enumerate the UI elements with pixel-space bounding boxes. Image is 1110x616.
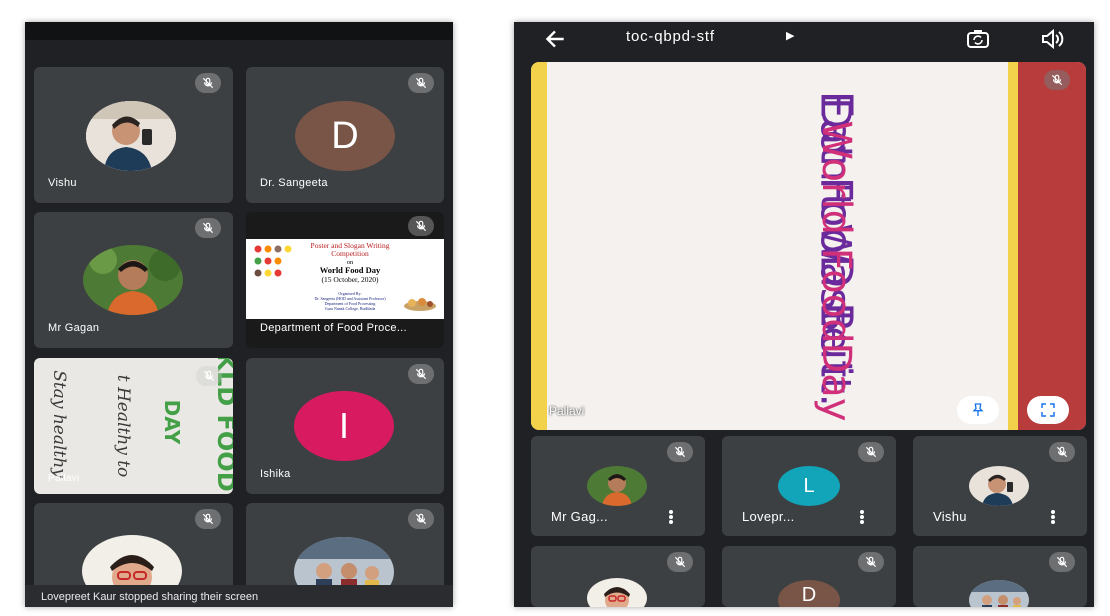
- avatar-initial: D: [295, 101, 395, 171]
- avatar: [86, 101, 176, 171]
- poster-title: Poster and Slogan Writing Competition: [310, 241, 390, 258]
- food-icons: [252, 244, 292, 279]
- mic-off-icon: [1044, 70, 1070, 90]
- right-meet-screen: toc-qbpd-stf ▶ Eat FooD But Don't Waste …: [514, 22, 1094, 607]
- participant-tile-department[interactable]: Poster and Slogan Writing Competition on…: [246, 212, 444, 348]
- paper-edge: [531, 62, 547, 430]
- avatar: [587, 578, 647, 607]
- avatar: [587, 466, 647, 506]
- more-vert-icon[interactable]: [669, 510, 673, 524]
- screen-share-toast: Lovepreet Kaur stopped sharing their scr…: [25, 585, 453, 607]
- avatar-initial: D: [778, 580, 840, 607]
- poster-event: World Food Day: [319, 265, 381, 275]
- avatar: [83, 245, 183, 315]
- participant-tile-mr-gagan[interactable]: Mr Gagan: [34, 212, 233, 348]
- participant-tile-ishika[interactable]: I Ishika: [246, 358, 444, 494]
- caret-right-icon[interactable]: ▶: [786, 29, 794, 42]
- participant-name: Ishika: [260, 468, 291, 480]
- participant-name: Department of Food Proce...: [260, 322, 407, 334]
- mic-off-icon: [408, 73, 434, 93]
- participant-tile-vishu[interactable]: Vishu: [34, 67, 233, 203]
- card-line-3: t Healthy to: [113, 374, 133, 478]
- meeting-header: toc-qbpd-stf ▶: [514, 22, 1094, 56]
- meeting-code[interactable]: toc-qbpd-stf: [626, 28, 715, 45]
- participant-tile-pallavi[interactable]: KLD FOOD DAY t Healthy to Stay healthy P…: [34, 358, 233, 494]
- mic-off-icon: [408, 364, 434, 384]
- mic-off-icon: [858, 552, 884, 572]
- participant-name: Pallavi: [48, 473, 80, 484]
- mic-off-icon: [195, 509, 221, 529]
- participant-name: Dr. Sangeeta: [260, 177, 328, 189]
- mic-off-icon: [195, 73, 221, 93]
- poster-line-4: Day: [813, 342, 859, 422]
- cloth-background: [1016, 62, 1086, 430]
- participant-tile[interactable]: [531, 546, 705, 607]
- speaker-icon[interactable]: [1040, 28, 1064, 55]
- poster-date: (15 October, 2020): [321, 275, 379, 284]
- card-line-4: Stay healthy: [49, 370, 69, 478]
- shared-poster: Poster and Slogan Writing Competition on…: [246, 239, 444, 319]
- avatar: [969, 466, 1029, 506]
- pin-icon[interactable]: [957, 396, 999, 424]
- presenter-name: Pallavi: [549, 404, 585, 418]
- participant-name: Vishu: [48, 177, 77, 189]
- food-plate-icon: [402, 294, 438, 312]
- switch-camera-icon[interactable]: [966, 28, 990, 55]
- fullscreen-icon[interactable]: [1027, 396, 1069, 424]
- participant-name: Mr Gag...: [551, 509, 608, 524]
- left-meet-screen: Vishu D Dr. Sangeeta Mr Gagan Poster and…: [25, 22, 453, 607]
- participant-name: Lovepr...: [742, 509, 795, 524]
- mic-off-icon: [667, 442, 693, 462]
- participant-tile-dr-sangeeta[interactable]: D Dr. Sangeeta: [246, 67, 444, 203]
- mic-off-icon: [408, 216, 434, 236]
- participant-name: Vishu: [933, 509, 967, 524]
- back-arrow-icon[interactable]: [542, 26, 568, 58]
- paper-edge: [1008, 62, 1018, 430]
- main-video-tile[interactable]: Eat FooD But Don't Waste it. World Food …: [531, 62, 1086, 430]
- avatar-initial: L: [778, 466, 840, 506]
- more-vert-icon[interactable]: [860, 510, 864, 524]
- mic-off-icon: [1049, 442, 1075, 462]
- mic-off-icon: [1049, 552, 1075, 572]
- mic-off-icon: [196, 366, 222, 386]
- status-strip: [25, 22, 453, 40]
- mic-off-icon: [195, 218, 221, 238]
- mic-off-icon: [667, 552, 693, 572]
- participant-tile[interactable]: D: [722, 546, 896, 607]
- mic-off-icon: [408, 509, 434, 529]
- participant-tile-vishu[interactable]: Vishu: [913, 436, 1087, 536]
- participant-tile-lovepreet[interactable]: L Lovepr...: [722, 436, 896, 536]
- participant-tile[interactable]: [913, 546, 1087, 607]
- mic-off-icon: [858, 442, 884, 462]
- poster-line-3: Guru Nanak College, Budhlada: [324, 306, 376, 311]
- card-line-2: DAY: [160, 399, 184, 445]
- participant-name: Mr Gagan: [48, 322, 100, 334]
- participant-tile-mr-gagan[interactable]: Mr Gag...: [531, 436, 705, 536]
- more-vert-icon[interactable]: [1051, 510, 1055, 524]
- avatar-initial: I: [294, 391, 394, 461]
- avatar: [969, 580, 1029, 607]
